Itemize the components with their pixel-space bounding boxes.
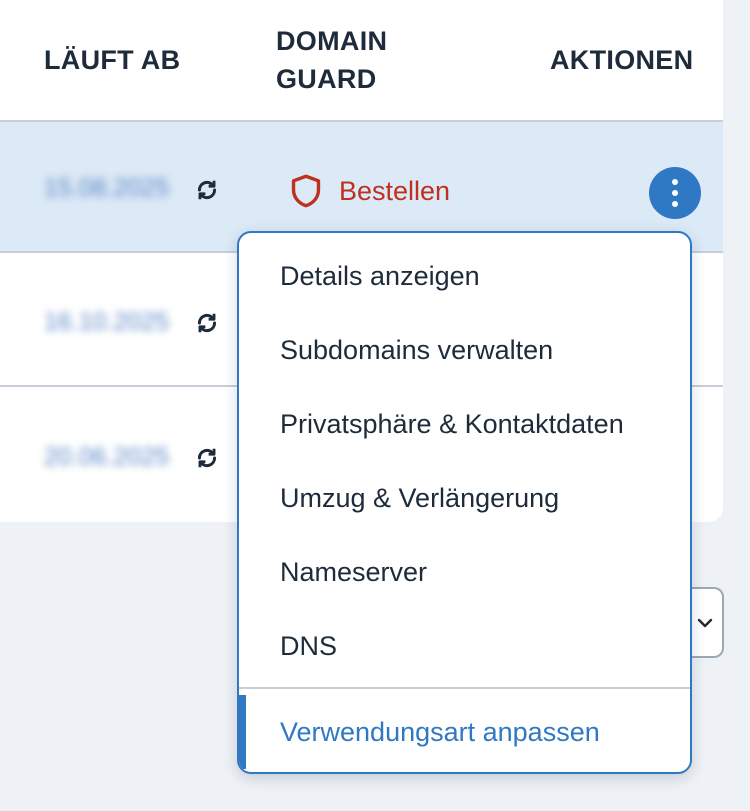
more-vertical-icon-dot: [672, 190, 678, 196]
expiry-date: 16.10.2025: [44, 308, 170, 336]
more-vertical-icon-dot: [672, 201, 678, 207]
menu-item-usage-type-label: Verwendungsart anpassen: [280, 717, 600, 747]
domain-guard-order-label: Bestellen: [339, 175, 451, 206]
active-indicator: [239, 695, 246, 769]
menu-item-dns[interactable]: DNS: [239, 609, 690, 683]
column-header-domain-guard-line2: GUARD: [276, 64, 377, 94]
menu-item-privacy-contact[interactable]: Privatsphäre & Kontaktdaten: [239, 387, 690, 461]
menu-divider: [239, 687, 690, 689]
column-header-expires[interactable]: LÄUFT AB: [44, 41, 180, 79]
domain-guard-order-link[interactable]: Bestellen: [291, 174, 450, 208]
more-vertical-icon: [672, 179, 678, 185]
expiry-date: 15.08.2025: [44, 174, 170, 202]
shield-icon: [291, 174, 321, 208]
refresh-icon: [197, 448, 217, 468]
column-header-domain-guard[interactable]: DOMAIN GUARD: [276, 22, 436, 98]
page-size-select[interactable]: [690, 587, 724, 658]
actions-menu-button[interactable]: [649, 167, 701, 219]
menu-item-usage-type[interactable]: Verwendungsart anpassen: [239, 695, 690, 769]
expiry-date: 20.06.2025: [44, 443, 170, 471]
table-header: LÄUFT AB DOMAIN GUARD AKTIONEN: [0, 0, 723, 120]
menu-item-subdomains[interactable]: Subdomains verwalten: [239, 313, 690, 387]
column-header-actions: AKTIONEN: [550, 45, 694, 75]
refresh-icon: [197, 313, 217, 333]
column-header-domain-guard-line1: DOMAIN: [276, 26, 388, 56]
chevron-down-icon: [697, 618, 713, 628]
menu-item-details[interactable]: Details anzeigen: [239, 239, 690, 313]
refresh-icon: [197, 180, 217, 200]
actions-dropdown-menu: Details anzeigen Subdomains verwalten Pr…: [237, 231, 692, 774]
menu-item-nameserver[interactable]: Nameserver: [239, 535, 690, 609]
menu-item-transfer-renewal[interactable]: Umzug & Verlängerung: [239, 461, 690, 535]
